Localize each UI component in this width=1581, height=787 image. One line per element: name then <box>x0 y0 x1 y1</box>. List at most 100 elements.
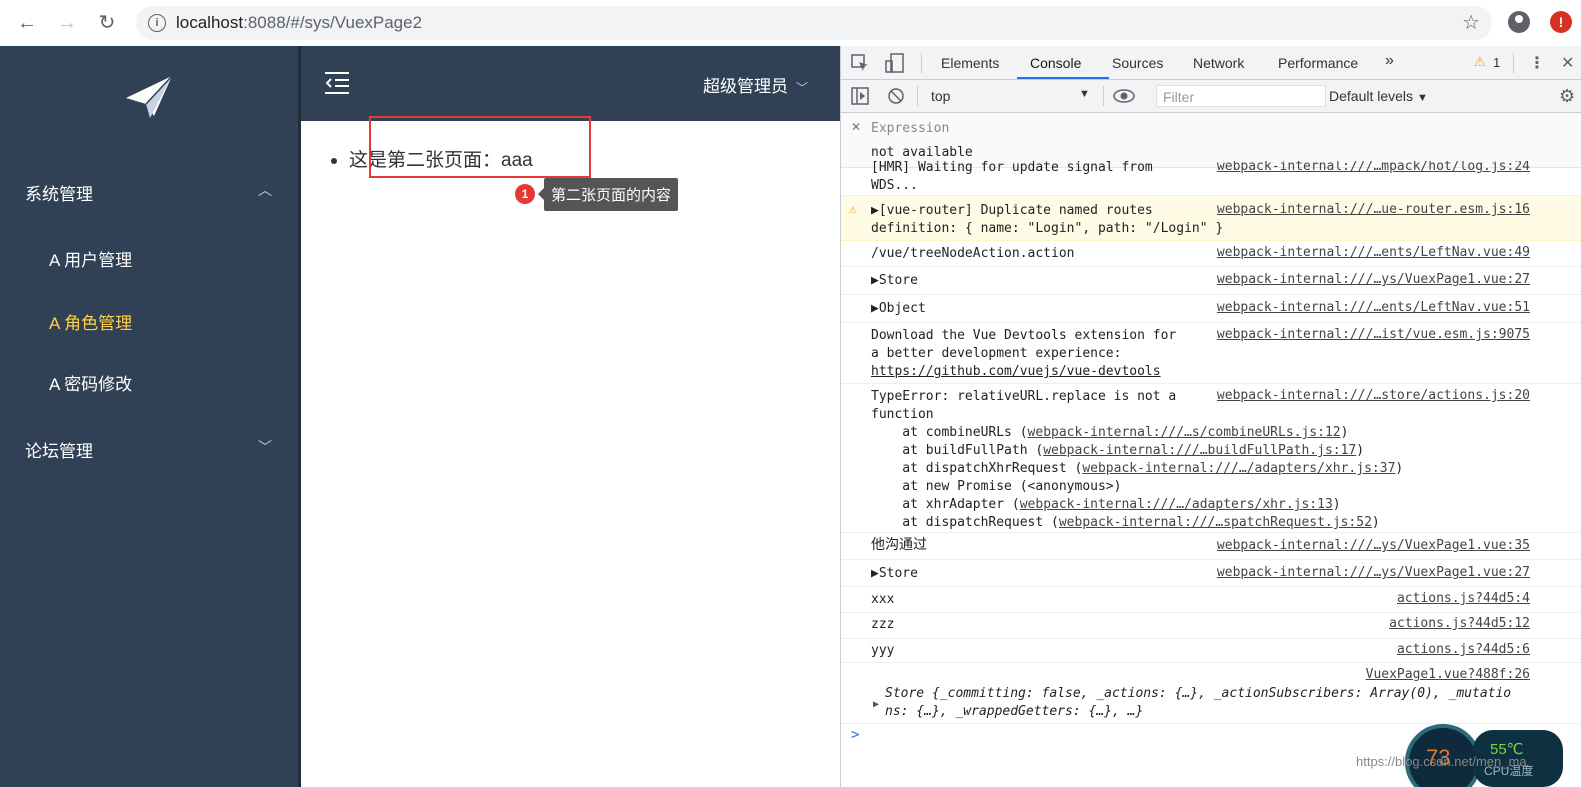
log-message[interactable]: Store {_committing: false, _actions: {…}… <box>885 685 1511 721</box>
address-bar[interactable]: i localhost:8088/#/sys/VuexPage2 ☆ <box>136 6 1492 40</box>
log-source-link[interactable]: webpack-internal:///…ys/VuexPage1.vue:27 <box>1217 565 1530 580</box>
devtools-panel: Elements Console Sources Network Perform… <box>840 46 1581 787</box>
stack-text: ) <box>1395 461 1404 476</box>
profile-avatar-icon[interactable] <box>1508 11 1530 33</box>
filter-input[interactable]: Filter <box>1156 85 1326 107</box>
console-row: [HMR] Waiting for update signal from WDS… <box>841 161 1581 196</box>
remove-expression-icon[interactable]: ✕ <box>851 120 861 134</box>
warning-icon: ⚠ <box>849 202 857 217</box>
url-text[interactable]: localhost:8088/#/sys/VuexPage2 <box>176 13 422 33</box>
stack-link[interactable]: webpack-internal:///…buildFullPath.js:17 <box>1043 443 1356 458</box>
stack-link[interactable]: webpack-internal:///…/adapters/xhr.js:37 <box>1082 461 1395 476</box>
console-row: ▶Object webpack-internal:///…ents/LeftNa… <box>841 295 1581 323</box>
chevron-down-icon: ﹀ <box>258 439 272 455</box>
tab-network[interactable]: Network <box>1193 55 1244 71</box>
log-source-link[interactable]: actions.js?44d5:4 <box>1397 591 1530 606</box>
stack-frame: at xhrAdapter (webpack-internal:///…/ada… <box>871 496 1340 514</box>
warning-count[interactable]: 1 <box>1493 55 1500 70</box>
tab-elements[interactable]: Elements <box>941 55 999 71</box>
log-source-link[interactable]: actions.js?44d5:12 <box>1389 616 1530 631</box>
show-sidebar-icon[interactable] <box>851 87 869 105</box>
sidebar-item-label: A 用户管理 <box>49 251 133 270</box>
forward-button[interactable]: → <box>54 10 80 36</box>
console-row: 他沟通过 webpack-internal:///…ys/VuexPage1.v… <box>841 533 1581 560</box>
close-icon[interactable]: ✕ <box>1561 53 1574 73</box>
user-dropdown[interactable]: 超级管理员 ﹀ <box>703 72 808 97</box>
log-message[interactable]: ▶Store <box>871 565 918 583</box>
stack-text: ) <box>1356 443 1365 458</box>
log-message: yyy <box>871 643 895 658</box>
app-header: 超级管理员 ﹀ <box>301 46 840 121</box>
annotation-tooltip: 第二张页面的内容 <box>537 178 679 211</box>
settings-gear-icon[interactable]: ⚙ <box>1559 86 1575 107</box>
collapse-menu-icon[interactable] <box>325 71 349 95</box>
log-source-link[interactable]: webpack-internal:///…ys/VuexPage1.vue:27 <box>1217 272 1530 287</box>
user-name: 超级管理员 <box>703 77 788 96</box>
menu-group-forum[interactable]: 论坛管理 ﹀ <box>0 419 300 475</box>
log-message: TypeError: relativeURL.replace is not a … <box>871 389 1177 422</box>
stack-link[interactable]: webpack-internal:///…s/combineURLs.js:12 <box>1028 425 1341 440</box>
log-message: xxx <box>871 592 895 607</box>
highlight-box <box>369 116 591 178</box>
eye-icon[interactable] <box>1113 88 1135 104</box>
kebab-menu-icon[interactable]: ⋮ <box>1529 53 1545 73</box>
url-host: localhost <box>176 13 244 32</box>
log-source-link[interactable]: webpack-internal:///…store/actions.js:20 <box>1217 388 1530 403</box>
log-source-link[interactable]: actions.js?44d5:6 <box>1397 642 1530 657</box>
more-tabs-icon[interactable]: » <box>1385 52 1394 70</box>
update-alert-icon[interactable]: ! <box>1550 11 1572 33</box>
expression-value: not available <box>871 145 973 160</box>
tab-console[interactable]: Console <box>1030 55 1081 71</box>
live-expression: ✕ Expression not available <box>841 113 1581 168</box>
log-source-link[interactable]: VuexPage1.vue?488f:26 <box>1366 667 1530 682</box>
tab-performance[interactable]: Performance <box>1278 55 1358 71</box>
bookmark-star-icon[interactable]: ☆ <box>1462 10 1480 35</box>
main-content: 这是第二张页面：aaa 1 第二张页面的内容 <box>301 116 840 787</box>
expand-triangle-icon[interactable]: ▶ <box>873 699 879 710</box>
warning-icon[interactable]: ⚠ <box>1474 54 1486 70</box>
log-source-link[interactable]: webpack-internal:///…ents/LeftNav.vue:49 <box>1217 245 1530 260</box>
devtools-link[interactable]: https://github.com/vuejs/vue-devtools <box>871 363 1161 381</box>
menu-group-label: 系统管理 <box>25 185 93 204</box>
log-message[interactable]: ▶Store <box>871 272 918 290</box>
toolbar-divider <box>1103 86 1104 106</box>
console-row-warning: ⚠ ▶[vue-router] Duplicate named routes d… <box>841 196 1581 241</box>
stack-text: at dispatchXhrRequest ( <box>871 461 1083 476</box>
site-info-icon[interactable]: i <box>148 14 166 32</box>
log-source-link[interactable]: webpack-internal:///…ents/LeftNav.vue:51 <box>1217 300 1530 315</box>
log-message: 他沟通过 <box>871 537 927 553</box>
url-path: :8088/#/sys/VuexPage2 <box>243 13 423 32</box>
expression-label[interactable]: Expression <box>871 121 949 136</box>
console-row-error: TypeError: relativeURL.replace is not a … <box>841 384 1581 533</box>
log-message: /vue/treeNodeAction.action <box>871 246 1075 261</box>
log-message: Download the Vue Devtools extension for … <box>871 328 1177 361</box>
clear-console-icon[interactable] <box>887 87 905 105</box>
log-source-link[interactable]: webpack-internal:///…mpack/hot/log.js:24 <box>1217 161 1530 174</box>
log-levels-label: Default levels <box>1329 88 1414 104</box>
toolbar-divider <box>921 53 922 73</box>
sidebar-item-role-management[interactable]: A 角色管理 <box>0 291 300 347</box>
console-toolbar: top ▼ Filter Default levels ▼ ⚙ <box>841 80 1581 113</box>
log-source-link[interactable]: webpack-internal:///…ue-router.esm.js:16 <box>1217 202 1530 217</box>
stack-link[interactable]: webpack-internal:///…spatchRequest.js:52 <box>1059 515 1372 530</box>
menu-group-system[interactable]: 系统管理 ︿ <box>0 162 300 218</box>
console-prompt[interactable]: > <box>851 727 859 743</box>
sidebar-item-user-management[interactable]: A 用户管理 <box>0 228 300 284</box>
back-button[interactable]: ← <box>14 10 40 36</box>
log-message[interactable]: ▶[vue-router] Duplicate named routes def… <box>871 202 1223 238</box>
log-message: zzz <box>871 617 895 632</box>
stack-frame: at dispatchXhrRequest (webpack-internal:… <box>871 460 1403 478</box>
device-toolbar-icon[interactable] <box>885 53 905 73</box>
inspect-element-icon[interactable] <box>851 54 869 72</box>
tab-sources[interactable]: Sources <box>1112 55 1163 71</box>
sidebar-item-password-change[interactable]: A 密码修改 <box>0 352 300 408</box>
console-row: VuexPage1.vue?488f:26 ▶ Store {_committi… <box>841 663 1581 724</box>
context-selector[interactable]: top <box>931 88 950 104</box>
log-source-link[interactable]: webpack-internal:///…ist/vue.esm.js:9075 <box>1217 327 1530 342</box>
log-message[interactable]: ▶Object <box>871 300 926 318</box>
log-levels-dropdown[interactable]: Default levels ▼ <box>1329 88 1428 104</box>
log-source-link[interactable]: webpack-internal:///…ys/VuexPage1.vue:35 <box>1217 538 1530 553</box>
stack-link[interactable]: webpack-internal:///…/adapters/xhr.js:13 <box>1020 497 1333 512</box>
stack-text: ) <box>1340 425 1349 440</box>
reload-button[interactable]: ↻ <box>94 10 120 36</box>
